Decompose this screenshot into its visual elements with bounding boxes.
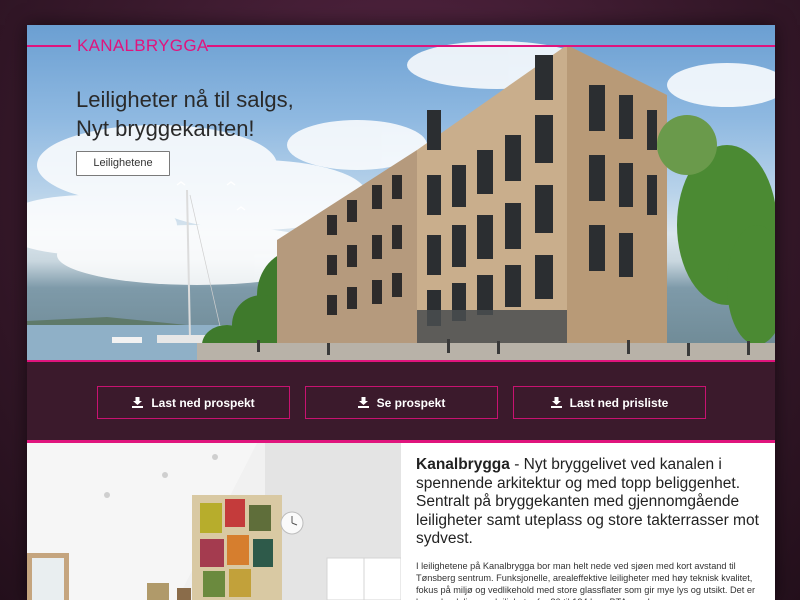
interior-illustration (27, 443, 401, 600)
hero-photo (27, 41, 775, 362)
download-pricelist-button[interactable]: Last ned prisliste (513, 386, 706, 419)
about-intro: Kanalbrygga - Nyt bryggelivet ved kanale… (416, 456, 761, 549)
download-pricelist-label: Last ned prisliste (569, 395, 669, 410)
about-title: Kanalbrygga (416, 456, 510, 473)
hero-headline-line2: Nyt bryggekanten! (76, 116, 255, 141)
hero-divider (27, 360, 775, 362)
hero-headline: Leiligheter nå til salgs, Nyt bryggekant… (76, 85, 376, 143)
brand-logo[interactable]: KANALBRYGGA (77, 36, 208, 56)
brand-rule-right (207, 45, 775, 47)
hero-headline-line1: Leiligheter nå til salgs, (76, 87, 294, 112)
view-prospectus-label: Se prospekt (376, 395, 446, 410)
download-prospectus-button[interactable]: Last ned prospekt (97, 386, 290, 419)
interior-photo (27, 443, 401, 600)
apartments-button[interactable]: Leilighetene (76, 151, 170, 176)
download-icon (357, 397, 369, 408)
about-section: Kanalbrygga - Nyt bryggelivet ved kanale… (401, 443, 775, 600)
hero-banner: KANALBRYGGA Leiligheter nå til salgs, Ny… (27, 25, 775, 362)
brand-rule-left (27, 45, 71, 47)
download-icon (132, 397, 144, 408)
download-prospectus-label: Last ned prospekt (151, 395, 255, 410)
about-body: I leilighetene på Kanalbrygga bor man he… (416, 560, 756, 600)
download-icon (550, 397, 562, 408)
view-prospectus-button[interactable]: Se prospekt (305, 386, 498, 419)
page: KANALBRYGGA Leiligheter nå til salgs, Ny… (27, 25, 775, 600)
action-bar: Last ned prospekt Se prospekt Last ned p… (27, 363, 775, 442)
